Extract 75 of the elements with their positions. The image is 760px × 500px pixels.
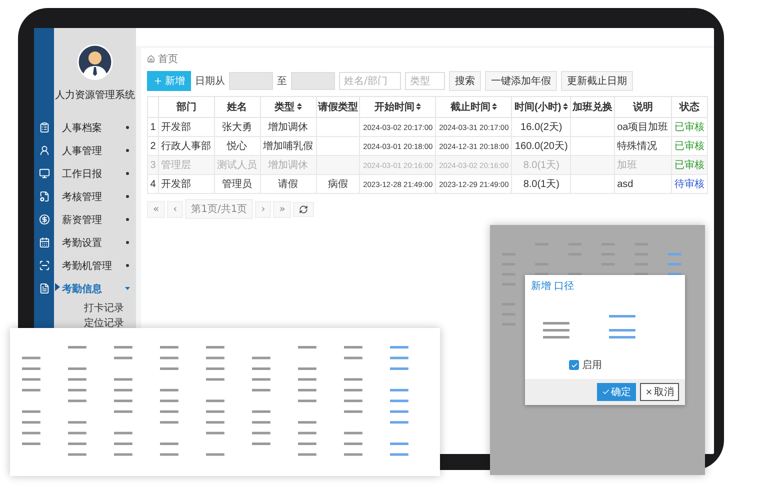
menu-item[interactable]: 工作日报 <box>34 162 136 185</box>
sort-icon <box>416 103 422 110</box>
table-cell: 病假 <box>316 174 360 194</box>
previous-page-button[interactable]: ‹ <box>167 200 184 218</box>
caret-icon <box>125 217 130 222</box>
caret-icon <box>125 148 130 153</box>
menu-item[interactable]: 人事档案 <box>34 116 136 139</box>
menu-icon <box>38 168 50 179</box>
menu-icon <box>38 260 50 271</box>
close-icon <box>645 388 653 396</box>
table-cell: 1 <box>148 118 158 136</box>
menu-item[interactable]: 考勤机管理 <box>34 254 136 277</box>
sort-icon <box>492 103 498 110</box>
toolbar-button[interactable]: 一键添加年假 <box>485 71 557 91</box>
table-cell: 2 <box>148 136 158 156</box>
table-cell: 4 <box>148 174 158 194</box>
table-cell: asd <box>614 174 672 194</box>
refresh-button[interactable] <box>293 202 314 216</box>
name-field[interactable]: 姓名/部门 <box>339 72 401 90</box>
toolbar-button[interactable]: 搜索 <box>449 71 481 91</box>
column-header: 加班兑换 <box>570 96 615 118</box>
column-header[interactable]: 时间(小时) <box>512 96 571 118</box>
menu-item[interactable]: 薪资管理 <box>34 208 136 231</box>
dialog-title: 新增 口径 <box>530 280 576 294</box>
cancel-button[interactable]: 取消 <box>640 383 679 401</box>
menu-icon <box>38 145 50 156</box>
menu-item[interactable]: 考勤设置 <box>34 231 136 254</box>
status-cell: 待审核 <box>672 174 708 194</box>
caret-icon <box>125 286 130 291</box>
type-field[interactable]: 类型 <box>405 72 445 90</box>
refresh-icon <box>299 204 308 214</box>
date-from-field[interactable] <box>229 72 273 90</box>
column-header[interactable]: 开始时间 <box>360 96 436 118</box>
menu-item[interactable]: 考勤信息 <box>34 277 136 300</box>
menu-item[interactable]: 人事管理 <box>34 139 136 162</box>
home-icon <box>147 55 155 63</box>
date-from-label: 日期从 <box>195 74 225 88</box>
column-header[interactable]: 类型 <box>260 96 316 118</box>
checkbox-label: 启用 <box>582 358 602 372</box>
column-header: 姓名 <box>214 96 260 118</box>
menu-item[interactable]: 考核管理 <box>34 185 136 208</box>
table-cell: 3 <box>148 156 158 174</box>
toolbar-button[interactable]: 更新截止日期 <box>561 71 633 91</box>
menu-icon <box>38 237 50 248</box>
menu-icon <box>38 214 50 225</box>
sort-icon <box>296 103 302 110</box>
check-icon <box>602 388 610 396</box>
sort-icon <box>563 103 568 110</box>
checkbox[interactable] <box>569 360 579 370</box>
app-title: 人力资源管理系统 <box>55 88 135 102</box>
date-to-field[interactable] <box>291 72 335 90</box>
caret-icon <box>125 194 130 199</box>
caret-icon <box>125 125 130 130</box>
column-header: 说明 <box>614 96 672 118</box>
caret-icon <box>125 240 130 245</box>
caret-icon <box>125 263 130 268</box>
column-header: 请假类型 <box>316 96 360 118</box>
menu-icon <box>38 122 50 133</box>
column-header: 状态 <box>672 96 708 118</box>
table-cell: 管理员 <box>214 174 260 194</box>
selected-marker-icon <box>55 283 60 291</box>
submenu-item[interactable]: 定位记录 <box>84 316 124 330</box>
menu-icon <box>38 283 50 294</box>
plus-icon <box>153 76 163 86</box>
table-cell: 8.0(1天) <box>512 174 571 194</box>
table-cell: 开发部 <box>158 174 214 194</box>
column-header: 部门 <box>158 96 214 118</box>
table-cell: 请假 <box>260 174 316 194</box>
date-to-label: 至 <box>277 75 287 88</box>
menu-icon <box>38 191 50 202</box>
caret-icon <box>125 171 130 176</box>
submenu-item[interactable]: 打卡记录 <box>84 300 124 314</box>
breadcrumb[interactable]: 首页 <box>158 52 178 66</box>
column-header[interactable]: 截止时间 <box>436 96 512 118</box>
avatar-icon <box>77 44 113 80</box>
